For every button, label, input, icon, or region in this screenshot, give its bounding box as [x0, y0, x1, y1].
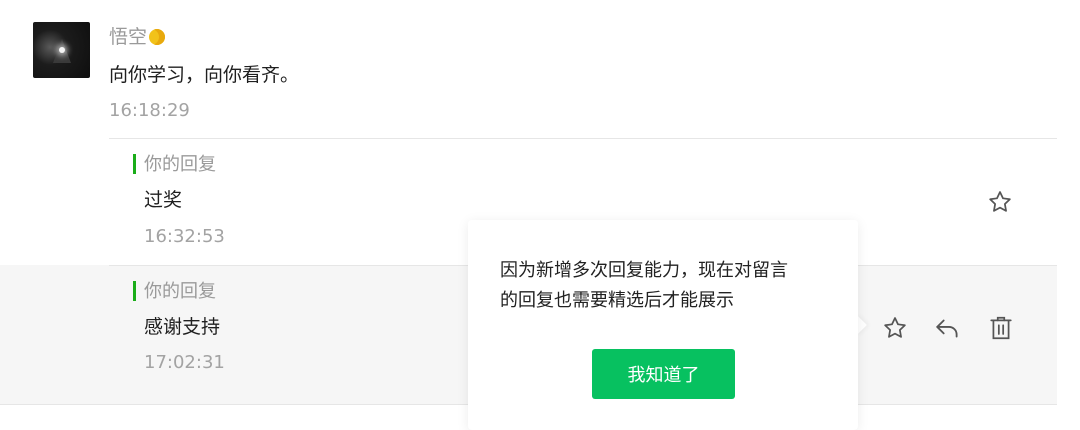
star-icon[interactable] — [880, 313, 910, 343]
avatar-light — [59, 47, 65, 53]
trash-icon[interactable] — [986, 313, 1016, 343]
author-name: 悟空 — [109, 26, 148, 48]
comment-text: 向你学习，向你看齐。 — [109, 64, 300, 86]
reply-marker — [133, 154, 136, 174]
divider — [109, 138, 1057, 139]
popover-message-line: 因为新增多次回复能力，现在对留言 — [500, 260, 788, 281]
got-it-button[interactable]: 我知道了 — [592, 349, 735, 399]
reply-label: 你的回复 — [144, 154, 216, 175]
avatar[interactable] — [33, 22, 90, 78]
comment-time: 16:18:29 — [109, 100, 190, 121]
reply-time: 16:32:53 — [144, 226, 225, 247]
reply-label: 你的回复 — [144, 281, 216, 302]
popover-message-line: 的回复也需要精选后才能展示 — [500, 290, 734, 311]
popover-message: 因为新增多次回复能力，现在对留言 的回复也需要精选后才能展示 — [500, 256, 830, 316]
comment-author: 悟空 — [109, 26, 166, 48]
star-icon[interactable] — [985, 187, 1015, 217]
reply-marker — [133, 281, 136, 301]
moon-icon — [149, 29, 166, 45]
reply-time: 17:02:31 — [144, 352, 225, 373]
reply-text: 感谢支持 — [144, 316, 221, 338]
reply-icon[interactable] — [933, 313, 963, 343]
reply-text: 过奖 — [144, 189, 183, 211]
